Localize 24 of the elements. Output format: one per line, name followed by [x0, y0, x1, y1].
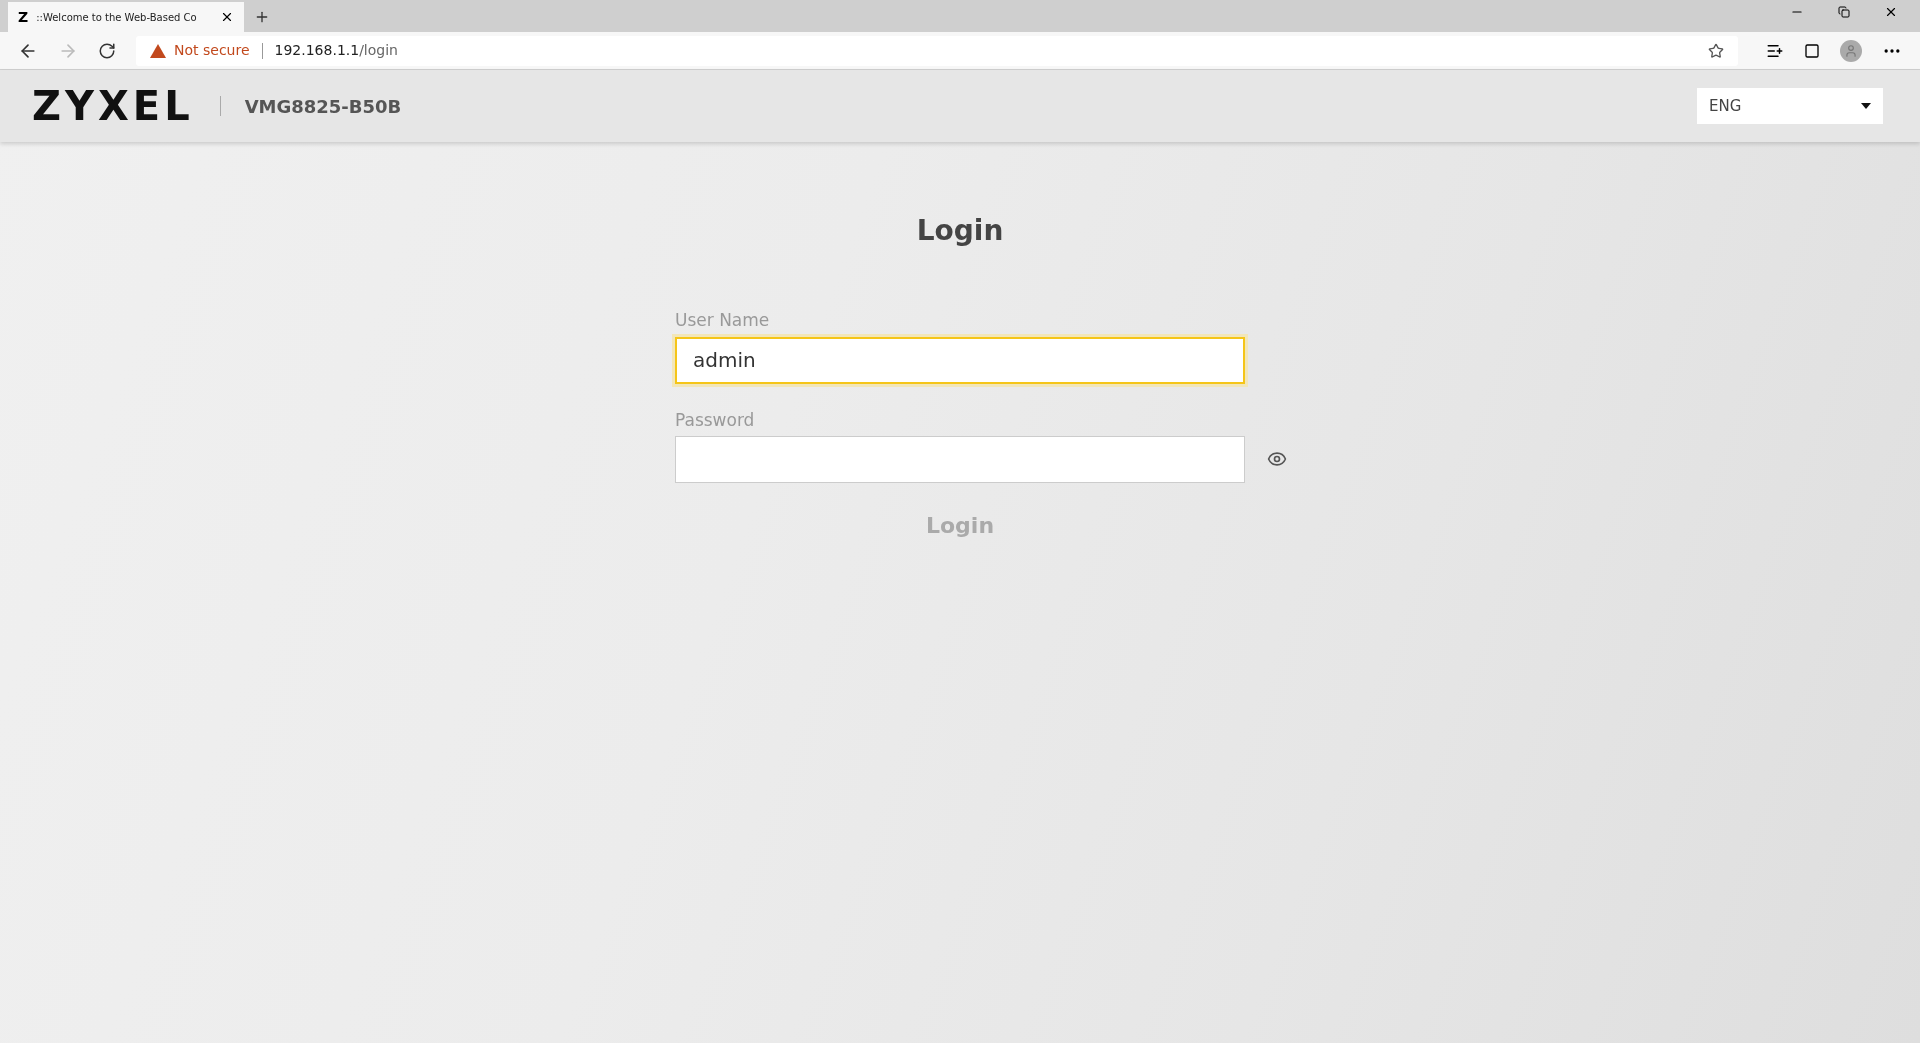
- field-label: Password: [675, 408, 756, 432]
- model-name: VMG8825-B50B: [244, 94, 402, 119]
- favorite-icon[interactable]: [1708, 42, 1724, 59]
- warning-icon: [150, 43, 166, 58]
- browser-tab[interactable]: Z ::Welcome to the Web-Based Co: [8, 2, 244, 32]
- logo-text: ZYXEL: [32, 82, 194, 131]
- url-text: 192.168.1.1/login: [274, 41, 398, 60]
- show-password-icon[interactable]: [1265, 449, 1289, 469]
- caret-icon: [1861, 103, 1871, 109]
- close-icon[interactable]: [1884, 5, 1898, 19]
- input-field[interactable]: admin: [675, 336, 1245, 384]
- tab-favicon: Z: [18, 7, 29, 27]
- language-select[interactable]: ENG: [1697, 88, 1883, 124]
- tab-title: ::Welcome to the Web-Based Co: [36, 10, 198, 25]
- restore-icon[interactable]: [1838, 6, 1850, 18]
- profile-avatar[interactable]: [1840, 39, 1862, 62]
- reload-icon[interactable]: [98, 41, 116, 60]
- security-label: Not secure: [174, 41, 250, 60]
- input-field[interactable]: [675, 436, 1245, 483]
- field-label: User Name: [675, 309, 771, 332]
- new-tab-icon[interactable]: [254, 9, 270, 25]
- close-icon[interactable]: [220, 10, 234, 24]
- address-bar[interactable]: Not secure 192.168.1.1/login: [136, 35, 1738, 66]
- login-title: Login: [916, 213, 1004, 249]
